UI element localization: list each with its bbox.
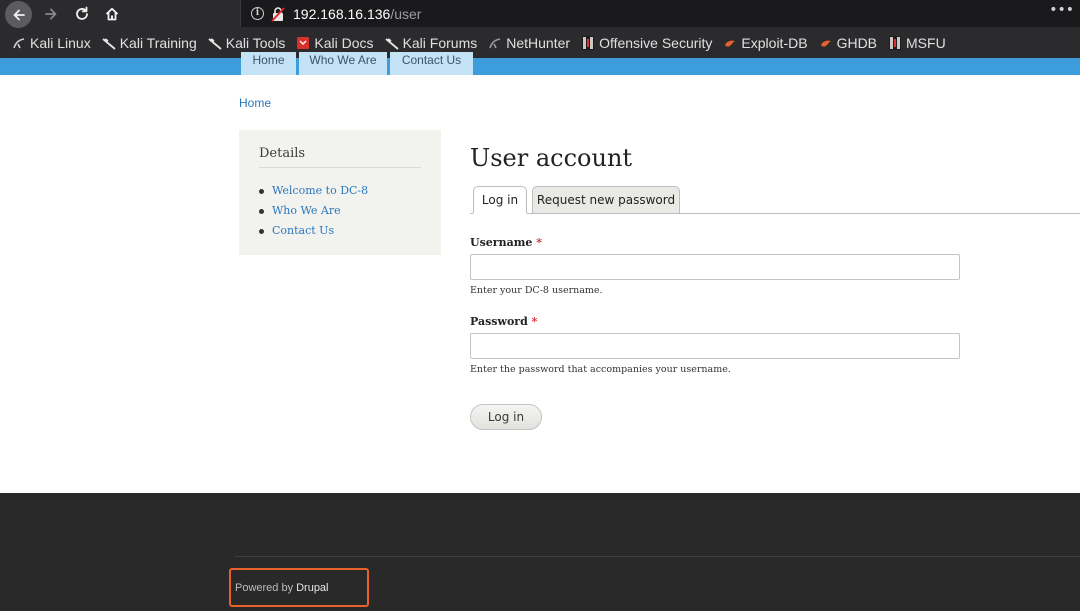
bookmark-exploit-db[interactable]: Exploit-DB: [723, 35, 808, 51]
sidebar-link-contact-us[interactable]: Contact Us: [259, 221, 368, 241]
sidebar-link-welcome[interactable]: Welcome to DC-8: [259, 181, 368, 201]
forward-button[interactable]: [36, 0, 66, 28]
bookmark-kali-forums[interactable]: Kali Forums: [384, 35, 478, 51]
site-header-bar: [0, 58, 1080, 75]
url-host: 192.168.16.136: [293, 5, 391, 22]
nav-home[interactable]: Home: [241, 52, 296, 75]
drupal-link[interactable]: Drupal: [296, 582, 328, 594]
bookmark-ghdb[interactable]: GHDB: [819, 35, 877, 51]
address-bar[interactable]: i 192.168.16.136/user •••: [240, 0, 1080, 27]
bookmark-label: Kali Training: [119, 35, 197, 51]
info-icon[interactable]: i: [251, 7, 264, 20]
bullet: [259, 228, 264, 234]
page-actions-menu[interactable]: •••: [1049, 2, 1074, 18]
username-description: Enter your DC-8 username.: [470, 285, 603, 296]
back-button[interactable]: [5, 1, 32, 28]
url-path: /user: [390, 5, 422, 22]
bookmark-label: Kali Docs: [314, 35, 374, 51]
footer-divider: [235, 556, 1080, 557]
bookmark-msfu[interactable]: MSFU: [888, 35, 946, 51]
nav-contact-us[interactable]: Contact Us: [390, 52, 473, 75]
password-description: Enter the password that accompanies your…: [470, 364, 731, 375]
username-label-text: Username: [470, 236, 533, 249]
sidebar-title: Details: [259, 146, 306, 161]
bookmark-kali-docs[interactable]: Kali Docs: [296, 35, 374, 51]
kali-docs-icon: [297, 37, 310, 49]
bookmark-label: NetHunter: [506, 35, 571, 51]
password-input[interactable]: [470, 333, 960, 359]
bookmark-label: GHDB: [836, 35, 878, 51]
sidebar-link-label: Contact Us: [272, 224, 335, 237]
kali-dragon-icon: [208, 38, 222, 50]
bookmark-label: Kali Linux: [30, 35, 91, 51]
bookmark-label: Kali Forums: [402, 35, 478, 51]
url-text[interactable]: 192.168.16.136/user: [293, 6, 421, 22]
password-label-text: Password: [470, 315, 528, 328]
bookmark-kali-tools[interactable]: Kali Tools: [208, 35, 286, 51]
bookmark-kali-training[interactable]: Kali Training: [102, 35, 197, 51]
nav-who-we-are[interactable]: Who We Are: [299, 52, 387, 75]
sidebar-link-who-we-are[interactable]: Who We Are: [259, 201, 368, 221]
sidebar-details-block: Details Welcome to DC-8 Who We Are Conta…: [239, 130, 441, 255]
required-mark: *: [531, 315, 538, 328]
powered-by-drupal: Powered by Drupal: [229, 568, 369, 607]
arrow-left-icon: [13, 9, 25, 20]
exploitdb-icon: [725, 40, 736, 47]
kali-dragon-icon: [102, 38, 116, 50]
sidebar-menu: Welcome to DC-8 Who We Are Contact Us: [259, 181, 368, 241]
kali-dragon-icon: [384, 38, 399, 50]
password-label: Password *: [470, 315, 537, 328]
nethunter-icon: [489, 38, 501, 49]
site-footer: [0, 493, 1080, 611]
home-icon: [105, 7, 119, 21]
breadcrumb-home[interactable]: Home: [239, 96, 271, 110]
log-in-button[interactable]: Log in: [470, 404, 542, 430]
msfu-icon: [889, 36, 902, 50]
bookmark-offensive-security[interactable]: Offensive Security: [581, 35, 712, 51]
browser-toolbar: i 192.168.16.136/user •••: [0, 0, 1080, 28]
bookmark-label: MSFU: [906, 35, 946, 51]
bookmark-label: Offensive Security: [599, 35, 713, 51]
bullet: [259, 188, 264, 194]
reload-icon: [76, 6, 88, 20]
username-input[interactable]: [470, 254, 960, 280]
offsec-icon: [582, 36, 595, 50]
arrow-right-icon: [45, 8, 57, 20]
username-label: Username *: [470, 236, 542, 249]
page-title: User account: [470, 144, 633, 172]
bookmarks-toolbar: Kali Linux Kali Training Kali Tools Kali…: [0, 28, 1080, 58]
powered-by-text: Powered by: [235, 581, 294, 594]
kali-dragon-icon: [13, 38, 25, 49]
bookmark-label: Exploit-DB: [741, 35, 808, 51]
home-button[interactable]: [97, 0, 127, 28]
insecure-lock-icon[interactable]: [270, 6, 286, 22]
sidebar-link-label: Who We Are: [272, 204, 341, 217]
sidebar-link-label: Welcome to DC-8: [272, 184, 369, 197]
bookmark-label: Kali Tools: [225, 35, 286, 51]
tab-request-new-password[interactable]: Request new password: [532, 186, 680, 214]
bookmark-kali-linux[interactable]: Kali Linux: [12, 35, 91, 51]
ghdb-icon: [820, 40, 831, 47]
divider: [259, 167, 421, 168]
bookmark-nethunter[interactable]: NetHunter: [488, 35, 570, 51]
tab-log-in[interactable]: Log in: [473, 186, 527, 214]
required-mark: *: [536, 236, 542, 249]
bullet: [259, 208, 264, 214]
reload-button[interactable]: [67, 0, 97, 28]
